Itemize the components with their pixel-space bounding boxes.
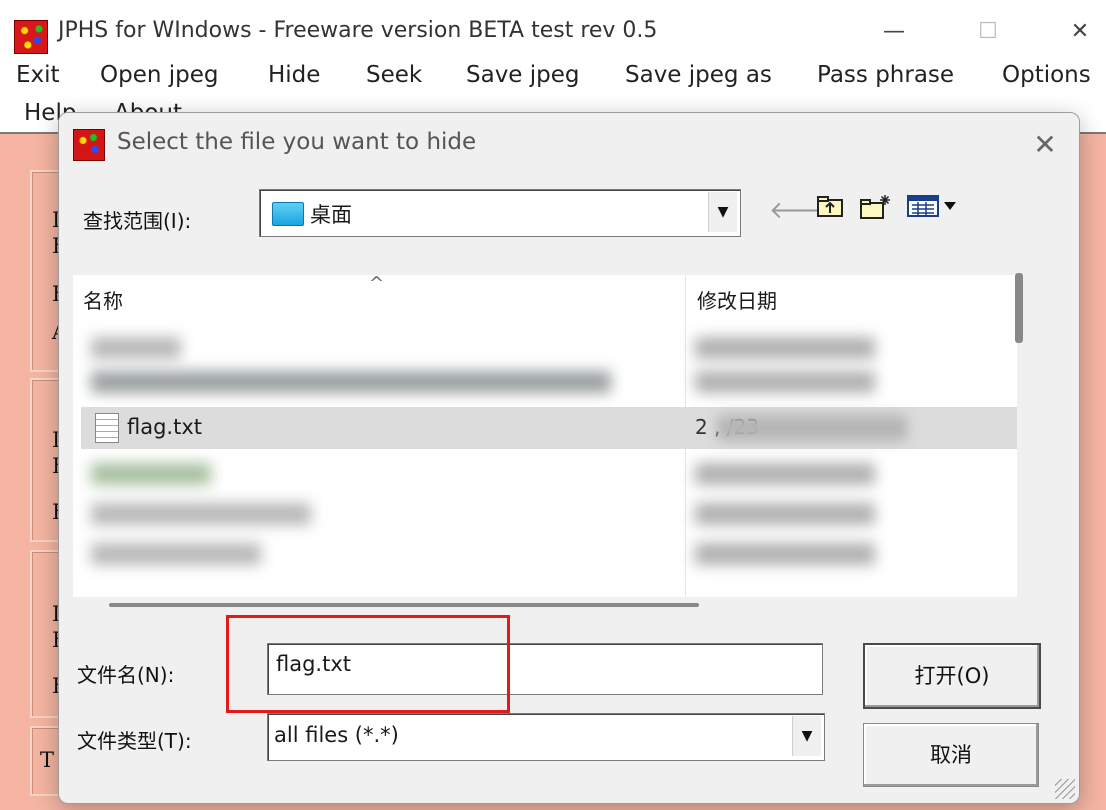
menu-hide[interactable]: Hide [268, 62, 320, 88]
menu-open-jpeg[interactable]: Open jpeg [100, 62, 218, 88]
close-button[interactable]: ✕ [1058, 14, 1102, 50]
menu-save-jpeg[interactable]: Save jpeg [466, 62, 580, 88]
look-in-value: 桌面 [310, 203, 352, 227]
back-arrow-icon[interactable]: 🡐 [769, 193, 833, 227]
chevron-down-icon[interactable]: ▼ [792, 716, 821, 756]
file-list[interactable]: ^ 名称 修改日期 flag.txt 2 , /23 [73, 273, 1017, 597]
redaction-blur [717, 415, 907, 441]
open-button[interactable]: 打开(O) [863, 643, 1041, 709]
desktop-folder-icon [272, 202, 304, 226]
resize-grip[interactable] [1055, 779, 1075, 799]
file-dialog: Select the file you want to hide ✕ 查找范围(… [58, 112, 1080, 804]
file-type-combo[interactable]: all files (*.*) ▼ [267, 713, 825, 761]
app-title: JPHS for WIndows - Freeware version BETA… [58, 18, 658, 43]
look-in-label: 查找范围(I): [83, 209, 192, 233]
menu-exit[interactable]: Exit [16, 62, 60, 88]
chevron-down-icon[interactable]: ▼ [708, 192, 737, 232]
maximize-button[interactable]: ☐ [966, 14, 1010, 50]
look-in-combo[interactable]: 桌面 ▼ [259, 189, 741, 237]
app-titlebar: JPHS for WIndows - Freeware version BETA… [0, 0, 1106, 60]
list-item-redacted[interactable] [73, 367, 1013, 397]
view-menu-icon[interactable] [905, 193, 963, 227]
menu-save-jpeg-as[interactable]: Save jpeg as [625, 62, 772, 88]
up-folder-icon[interactable] [813, 193, 847, 227]
app-icon [14, 20, 48, 54]
file-type-label: 文件类型(T): [77, 729, 192, 753]
cancel-button[interactable]: 取消 [863, 723, 1039, 787]
list-item-selected[interactable]: flag.txt 2 , /23 [81, 407, 1017, 449]
sort-ascending-icon: ^ [369, 273, 385, 294]
vertical-scrollbar[interactable] [1015, 273, 1023, 343]
dialog-app-icon [73, 129, 105, 161]
file-type-value: all files (*.*) [274, 723, 399, 747]
horizontal-scrollbar[interactable] [109, 603, 699, 607]
new-folder-icon[interactable] [857, 193, 893, 227]
minimize-button[interactable]: — [872, 14, 916, 50]
list-item-redacted[interactable] [73, 333, 1013, 363]
menu-seek[interactable]: Seek [366, 62, 422, 88]
list-item-redacted[interactable] [73, 459, 1013, 489]
text-file-icon [95, 413, 119, 443]
list-item-redacted[interactable] [73, 539, 1013, 569]
dialog-title: Select the file you want to hide [117, 129, 477, 155]
file-name-label: 文件名(N): [77, 663, 175, 687]
column-header-date[interactable]: 修改日期 [697, 285, 777, 314]
menu-pass-phrase[interactable]: Pass phrase [817, 62, 954, 88]
list-item-redacted[interactable] [73, 499, 1013, 529]
dialog-close-button[interactable]: ✕ [1025, 125, 1065, 165]
menu-options[interactable]: Options [1002, 62, 1091, 88]
file-name: flag.txt [127, 415, 202, 439]
column-header-name[interactable]: 名称 [83, 285, 123, 314]
annotation-highlight-box [226, 615, 510, 713]
dialog-titlebar: Select the file you want to hide ✕ [59, 113, 1079, 175]
bg-label: T [40, 748, 55, 772]
